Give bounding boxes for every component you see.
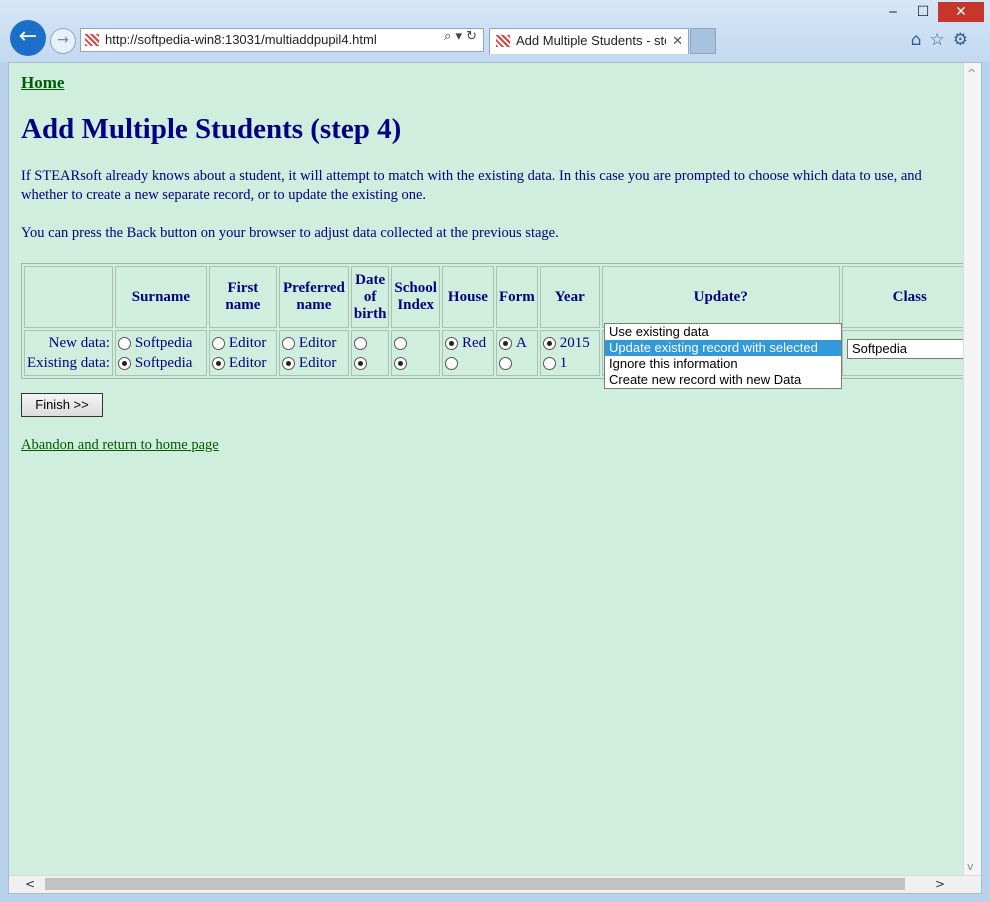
tab-title: Add Multiple Students - ste... <box>516 33 666 48</box>
header-school-index: School Index <box>391 266 440 328</box>
first-name-new-radio[interactable] <box>211 337 225 351</box>
forward-arrow-icon[interactable]: → <box>50 28 76 54</box>
surname-existing-value: Softpedia <box>134 355 193 371</box>
preferred-name-cell: Editor Editor <box>278 330 349 376</box>
page-title: Add Multiple Students (step 4) <box>21 113 402 145</box>
header-update: Update? <box>601 266 840 328</box>
header-first-name: First name <box>208 266 277 328</box>
preferred-name-existing-radio[interactable] <box>281 357 295 371</box>
surname-existing-radio[interactable] <box>117 357 131 371</box>
form-new-value: A <box>515 335 527 351</box>
scroll-left-icon[interactable]: < <box>25 876 35 892</box>
header-row: Surname First name Preferred name Date o… <box>24 266 978 328</box>
house-new-radio[interactable] <box>444 337 458 351</box>
address-bar[interactable]: http://softpedia-win8:13031/multiaddpupi… <box>80 28 484 52</box>
form-new-radio[interactable] <box>498 337 512 351</box>
class-select[interactable]: Softpedia ⌄ <box>847 339 981 359</box>
year-existing-radio[interactable] <box>542 357 556 371</box>
horizontal-scroll-thumb[interactable] <box>45 878 905 890</box>
new-data-label: New data: <box>48 335 110 351</box>
dob-existing-radio[interactable] <box>353 357 367 371</box>
back-arrow-icon[interactable]: ← <box>10 20 46 56</box>
house-cell: Red <box>441 330 494 376</box>
search-refresh-icon[interactable]: ⌕ ▾ ↻ <box>444 29 477 44</box>
house-new-value: Red <box>461 335 487 351</box>
scroll-right-icon[interactable]: > <box>935 876 945 892</box>
school-index-existing-radio[interactable] <box>394 357 408 371</box>
close-button[interactable]: ✕ <box>938 2 984 22</box>
class-select-value: Softpedia <box>852 341 907 356</box>
first-name-new-value: Editor <box>228 335 267 351</box>
vertical-scrollbar[interactable]: ^ v <box>963 63 981 877</box>
maximize-button[interactable]: ☐ <box>908 2 938 22</box>
address-url: http://softpedia-win8:13031/multiaddpupi… <box>105 32 377 47</box>
preferred-name-existing-value: Editor <box>298 355 337 371</box>
first-name-cell: Editor Editor <box>208 330 277 376</box>
header-preferred-name: Preferred name <box>278 266 349 328</box>
horizontal-scrollbar[interactable]: < > <box>9 875 981 893</box>
scroll-down-icon[interactable]: v <box>967 860 974 873</box>
form-existing-radio[interactable] <box>498 357 512 371</box>
header-surname: Surname <box>114 266 207 328</box>
surname-cell: Softpedia Softpedia <box>114 330 207 376</box>
house-existing-radio[interactable] <box>444 357 458 371</box>
dob-new-radio[interactable] <box>353 337 367 351</box>
surname-new-radio[interactable] <box>117 337 131 351</box>
abandon-link[interactable]: Abandon and return to home page <box>21 437 219 454</box>
first-name-existing-value: Editor <box>228 355 267 371</box>
home-favorites-settings-icon[interactable]: ⌂☆⚙ <box>911 30 976 50</box>
tab-favicon-icon <box>496 35 510 47</box>
update-option-use-existing[interactable]: Use existing data <box>605 324 841 340</box>
preferred-name-new-radio[interactable] <box>281 337 295 351</box>
update-option-update-existing[interactable]: Update existing record with selected <box>605 340 841 356</box>
home-link[interactable]: Home <box>21 73 64 93</box>
update-option-ignore[interactable]: Ignore this information <box>605 356 841 372</box>
header-empty <box>24 266 113 328</box>
school-index-cell <box>391 330 440 376</box>
tab-close-icon[interactable]: ✕ <box>672 29 683 53</box>
scroll-up-icon[interactable]: ^ <box>967 67 976 80</box>
surname-new-value: Softpedia <box>134 335 193 351</box>
back-hint-text: You can press the Back button on your br… <box>21 225 559 241</box>
first-name-existing-radio[interactable] <box>211 357 225 371</box>
minimize-button[interactable]: ‒ <box>878 2 908 22</box>
update-options-list[interactable]: Use existing data Update existing record… <box>604 323 842 389</box>
browser-tab[interactable]: Add Multiple Students - ste... ✕ <box>489 28 689 54</box>
header-form: Form <box>495 266 538 328</box>
header-year: Year <box>539 266 600 328</box>
preferred-name-new-value: Editor <box>298 335 337 351</box>
form-cell: A <box>495 330 538 376</box>
header-class: Class <box>841 266 978 328</box>
browser-chrome: ‒ ☐ ✕ ← → http://softpedia-win8:13031/mu… <box>0 0 990 62</box>
year-new-value: 2015 <box>559 335 590 351</box>
year-new-radio[interactable] <box>542 337 556 351</box>
year-cell: 2015 1 <box>539 330 600 376</box>
row-labels: New data: Existing data: <box>24 330 113 376</box>
site-favicon-icon <box>85 34 99 46</box>
intro-text: If STEARsoft already knows about a stude… <box>21 168 922 203</box>
new-tab-button[interactable] <box>690 28 716 54</box>
update-option-create-new[interactable]: Create new record with new Data <box>605 372 841 388</box>
window-controls: ‒ ☐ ✕ <box>878 2 984 22</box>
school-index-new-radio[interactable] <box>394 337 408 351</box>
existing-data-label: Existing data: <box>27 355 110 371</box>
date-of-birth-cell <box>350 330 390 376</box>
year-existing-value: 1 <box>559 355 568 371</box>
page-viewport: Home Add Multiple Students (step 4) If S… <box>8 62 982 894</box>
header-date-of-birth: Date of birth <box>350 266 390 328</box>
finish-button[interactable]: Finish >> <box>21 393 103 417</box>
header-house: House <box>441 266 494 328</box>
